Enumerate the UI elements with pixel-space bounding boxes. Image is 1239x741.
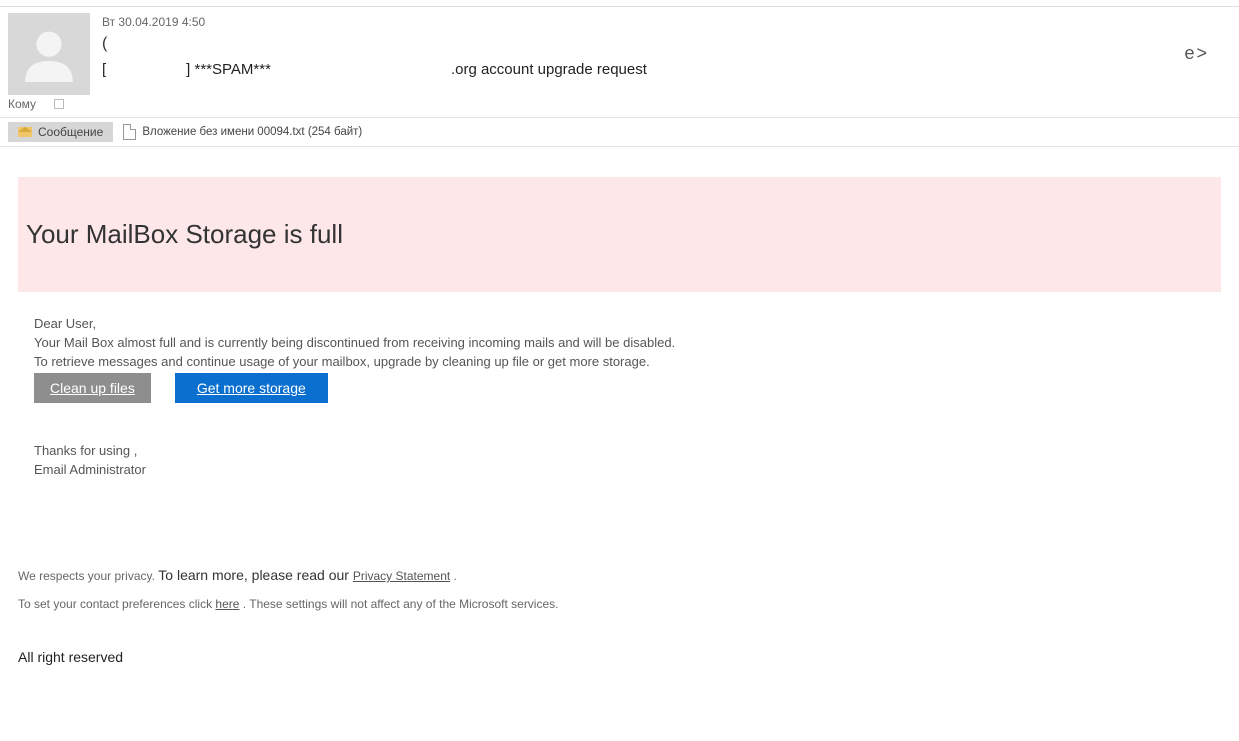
email-date: Вт 30.04.2019 4:50 [102, 15, 1231, 29]
message-tab-label: Сообщение [38, 125, 103, 139]
envelope-icon [18, 127, 32, 137]
privacy-statement-link[interactable]: Privacy Statement [353, 569, 450, 583]
file-icon [123, 124, 136, 140]
recipient-row: Кому [0, 95, 1239, 117]
warning-banner: Your MailBox Storage is full [18, 177, 1221, 292]
sender-avatar [8, 13, 90, 95]
email-header: Вт 30.04.2019 4:50 ( [] ***SPAM***.org a… [0, 7, 1239, 95]
signature-thanks: Thanks for using , [34, 443, 1205, 458]
footer: We respects your privacy. To learn more,… [18, 567, 1221, 685]
header-right-text: e> [1184, 43, 1209, 64]
body-paragraph-2: To retrieve messages and continue usage … [34, 354, 1205, 369]
footer-learn: To learn more, please read our [158, 567, 353, 583]
footer-pref-post: . These settings will not affect any of … [239, 597, 558, 611]
greeting: Dear User, [34, 316, 1205, 331]
signature: Thanks for using , Email Administrator [34, 443, 1205, 477]
here-link[interactable]: here [215, 597, 239, 611]
person-icon [14, 19, 84, 89]
sender-line: ( [102, 35, 1231, 53]
footer-respect: We respects your privacy. [18, 569, 158, 583]
get-more-storage-button[interactable]: Get more storage [175, 373, 328, 403]
blank-recipient-icon [54, 99, 64, 109]
button-row: Clean up files Get more storage [34, 373, 1205, 403]
to-label: Кому [8, 97, 36, 111]
footer-allright: All right reserved [18, 649, 1221, 665]
clean-up-files-button[interactable]: Clean up files [34, 373, 151, 403]
signature-admin: Email Administrator [34, 462, 1205, 477]
attachment-item[interactable]: Вложение без имени 00094.txt (254 байт) [123, 124, 362, 140]
banner-title: Your MailBox Storage is full [26, 219, 1211, 250]
attachment-label: Вложение без имени 00094.txt (254 байт) [142, 126, 362, 138]
message-tab[interactable]: Сообщение [8, 122, 113, 142]
email-body: Your MailBox Storage is full Dear User, … [0, 147, 1239, 703]
email-subject: [] ***SPAM***.org account upgrade reques… [102, 61, 1231, 78]
body-paragraph-1: Your Mail Box almost full and is current… [34, 335, 1205, 350]
tabs-row: Сообщение Вложение без имени 00094.txt (… [0, 117, 1239, 147]
footer-pref-pre: To set your contact preferences click [18, 597, 215, 611]
